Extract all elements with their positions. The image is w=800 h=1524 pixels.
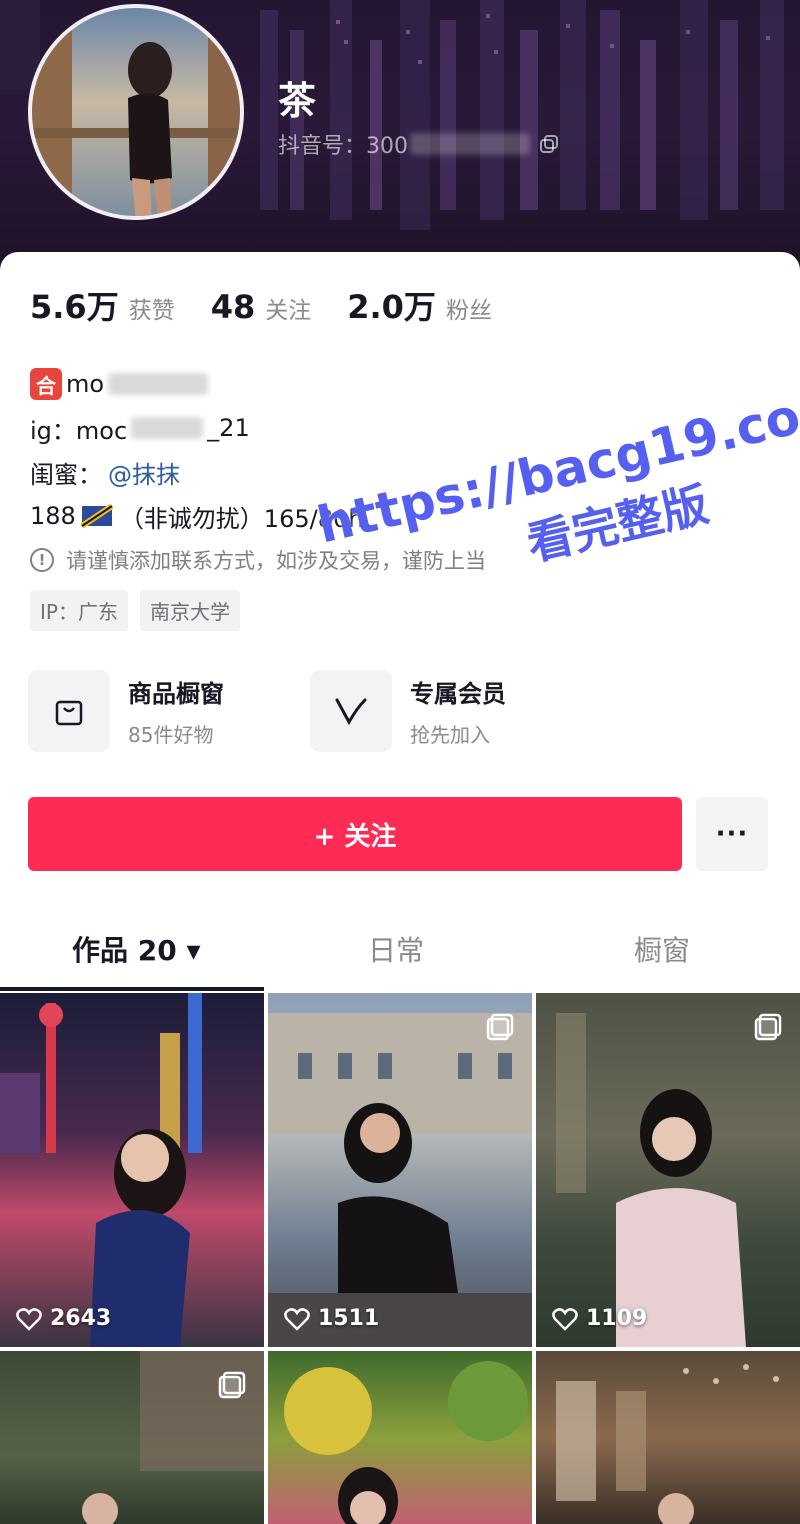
stat-label: 粉丝	[445, 298, 492, 324]
bio-text: ig：moc	[30, 416, 128, 445]
feature-entries: 商品橱窗 85件好物 专属会员 抢先加入	[28, 670, 768, 760]
stat-number: 48	[210, 288, 256, 326]
active-tab-indicator	[0, 987, 264, 991]
nickname: 茶	[278, 79, 317, 123]
bio-line-2: ig：moc _21	[30, 406, 486, 450]
thumbnail-image	[556, 1364, 779, 1524]
bio: 合 mo ig：moc _21 闺蜜： @抹抹 188 （非诚勿扰）165/80…	[30, 362, 486, 631]
bio-line-4: 188 （非诚勿扰）165/80h	[30, 494, 486, 538]
ip-tag: IP：广东	[30, 590, 128, 631]
avatar[interactable]	[28, 4, 244, 220]
stat-likes[interactable]: 5.6万 获赞	[30, 282, 175, 328]
stat-number: 2.0万	[347, 288, 436, 326]
multi-image-icon	[486, 1013, 514, 1041]
like-count: 1109	[552, 1306, 647, 1331]
tab-daily[interactable]: 日常	[368, 929, 424, 969]
school-tag[interactable]: 南京大学	[139, 590, 240, 631]
stat-label: 获赞	[128, 298, 175, 324]
stat-number: 5.6万	[30, 288, 119, 326]
warning-notice: ! 请谨慎添加联系方式，如涉及交易，谨防上当	[30, 538, 486, 582]
bio-text: _21	[207, 414, 250, 442]
video-thumbnail[interactable]: 2643	[0, 993, 264, 1347]
multi-image-icon	[218, 1371, 246, 1399]
shop-window-entry[interactable]: 商品橱窗 85件好物	[28, 670, 224, 752]
flag-emoji-icon	[80, 503, 114, 529]
member-entry[interactable]: 专属会员 抢先加入	[310, 670, 506, 752]
bio-text: （非诚勿扰）165/80h	[119, 504, 364, 533]
video-thumbnail[interactable]: 1109	[536, 993, 800, 1347]
thumbnail-image	[556, 1013, 746, 1347]
feature-title: 商品橱窗	[128, 680, 224, 708]
shopping-bag-icon	[28, 670, 110, 752]
like-count: 1511	[284, 1306, 379, 1331]
bio-text: 闺蜜：	[30, 460, 102, 489]
feature-subtitle: 85件好物	[128, 723, 214, 747]
thumbnail-image	[284, 1361, 528, 1524]
mention-link[interactable]: @抹抹	[108, 455, 180, 490]
tab-shop[interactable]: 橱窗	[634, 929, 690, 969]
stat-following[interactable]: 48 关注	[211, 288, 312, 326]
heart-icon	[16, 1307, 42, 1331]
more-options-button[interactable]: ···	[696, 797, 768, 871]
video-thumbnail[interactable]	[268, 1351, 532, 1524]
like-number: 1511	[318, 1306, 380, 1331]
tab-works[interactable]: 作品 20 ▾	[72, 929, 201, 969]
stat-label: 关注	[265, 298, 312, 324]
douyin-id-text: 抖音号：300	[278, 134, 408, 159]
id-redaction	[410, 133, 530, 155]
thumbnail-image	[268, 1013, 532, 1347]
content-tabs: 作品 20 ▾ 日常 橱窗	[0, 917, 800, 991]
video-thumbnail[interactable]	[0, 1351, 264, 1524]
video-thumbnail[interactable]: 1511	[268, 993, 532, 1347]
bio-line-3: 闺蜜： @抹抹	[30, 450, 486, 494]
bio-line-1: 合 mo	[30, 362, 486, 406]
heart-icon	[552, 1307, 578, 1331]
profile-header: 茶 抖音号：300	[0, 0, 800, 280]
feature-subtitle: 抢先加入	[410, 723, 490, 747]
redaction	[131, 417, 204, 439]
copy-icon[interactable]	[538, 133, 560, 155]
v-member-icon	[310, 670, 392, 752]
like-count: 2643	[16, 1306, 111, 1331]
like-number: 2643	[50, 1306, 112, 1331]
bio-text: 188	[30, 502, 76, 530]
video-thumbnail[interactable]	[536, 1351, 800, 1524]
like-number: 1109	[586, 1306, 648, 1331]
stats-row: 5.6万 获赞 48 关注 2.0万 粉丝	[30, 282, 528, 328]
thumbnail-image	[0, 993, 202, 1347]
multi-image-icon	[754, 1013, 782, 1041]
stat-followers[interactable]: 2.0万 粉丝	[347, 282, 492, 328]
bio-text: mo	[66, 370, 105, 398]
tag-row: IP：广东 南京大学	[30, 590, 486, 631]
avatar-photo	[32, 8, 240, 216]
feature-title: 专属会员	[410, 680, 506, 708]
warning-text: 请谨慎添加联系方式，如涉及交易，谨防上当	[66, 549, 486, 573]
douyin-id: 抖音号：300	[278, 128, 560, 160]
redaction	[108, 373, 209, 395]
exclamation-circle-icon: !	[30, 548, 54, 572]
heart-icon	[284, 1307, 310, 1331]
red-badge-icon: 合	[30, 368, 62, 400]
follow-button[interactable]: + 关注	[28, 797, 682, 871]
